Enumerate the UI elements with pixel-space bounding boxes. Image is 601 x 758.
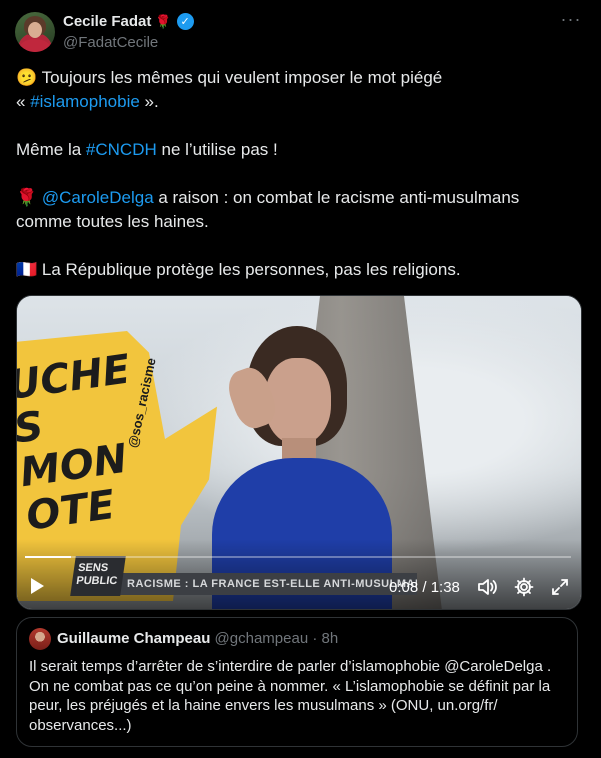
video-time: 0:08 / 1:38 [389, 579, 460, 596]
tweet-paragraph-2: Même la #CNCDH ne l’utilise pas ! [16, 140, 278, 159]
author-avatar[interactable] [15, 12, 55, 52]
tweet-paragraph-4: 🇫🇷 La République protège les personnes, … [16, 260, 461, 279]
volume-icon[interactable] [477, 577, 499, 597]
hashtag-cncdh-link[interactable]: #CNCDH [86, 140, 157, 159]
settings-icon[interactable] [514, 577, 534, 597]
author-display-name[interactable]: Cecile Fadat [63, 13, 151, 30]
verified-badge-icon: ✓ [176, 13, 194, 30]
play-icon[interactable] [31, 578, 44, 594]
mention-carole-delga-link[interactable]: @CaroleDelga [37, 188, 154, 207]
quoted-author-handle: @gchampeau [214, 630, 309, 647]
face-emoji: 🫤 [16, 68, 38, 87]
rose-emoji: 🌹 [155, 13, 172, 29]
rose-emoji: 🌹 [16, 188, 38, 207]
sign-text: UCHE S MON OTE [16, 346, 133, 540]
sens-public-logo: SENS PUBLIC [70, 556, 126, 596]
fullscreen-icon[interactable] [550, 577, 570, 597]
author-name-row[interactable]: Cecile Fadat 🌹 ✓ [63, 13, 194, 30]
author-handle[interactable]: @FadatCecile [63, 34, 158, 51]
tweet-paragraph-1: 🫤 Toujours les mêmes qui veulent imposer… [16, 68, 443, 111]
video-progress-fill [25, 556, 72, 558]
tweet: Cecile Fadat 🌹 ✓ @FadatCecile ··· 🫤 Touj… [0, 0, 601, 758]
quoted-author-name: Guillaume Champeau [57, 630, 211, 647]
video-progress-bar[interactable] [25, 556, 571, 558]
hashtag-islamophobie-link[interactable]: #islamophobie [30, 92, 140, 111]
quoted-tweet-age: 8h [321, 630, 339, 647]
video-banner: RACISME : LA FRANCE EST-ELLE ANTI-MUSULM… [113, 573, 417, 595]
france-flag-emoji: 🇫🇷 [16, 260, 38, 279]
quoted-tweet-text: Il serait temps d’arrêter de s’interdire… [29, 658, 552, 734]
quoted-tweet[interactable]: Guillaume Champeau @gchampeau · 8h Il se… [16, 617, 578, 747]
quoted-tweet-header: Guillaume Champeau @gchampeau · 8h [57, 630, 339, 647]
tweet-paragraph-3: 🌹 @CaroleDelga a raison : on combat le r… [16, 188, 520, 231]
more-options-icon[interactable]: ··· [560, 10, 582, 32]
quoted-author-avatar [29, 628, 51, 650]
video-player[interactable]: UCHE S MON OTE @sos_racisme RACISME : LA… [16, 295, 582, 610]
